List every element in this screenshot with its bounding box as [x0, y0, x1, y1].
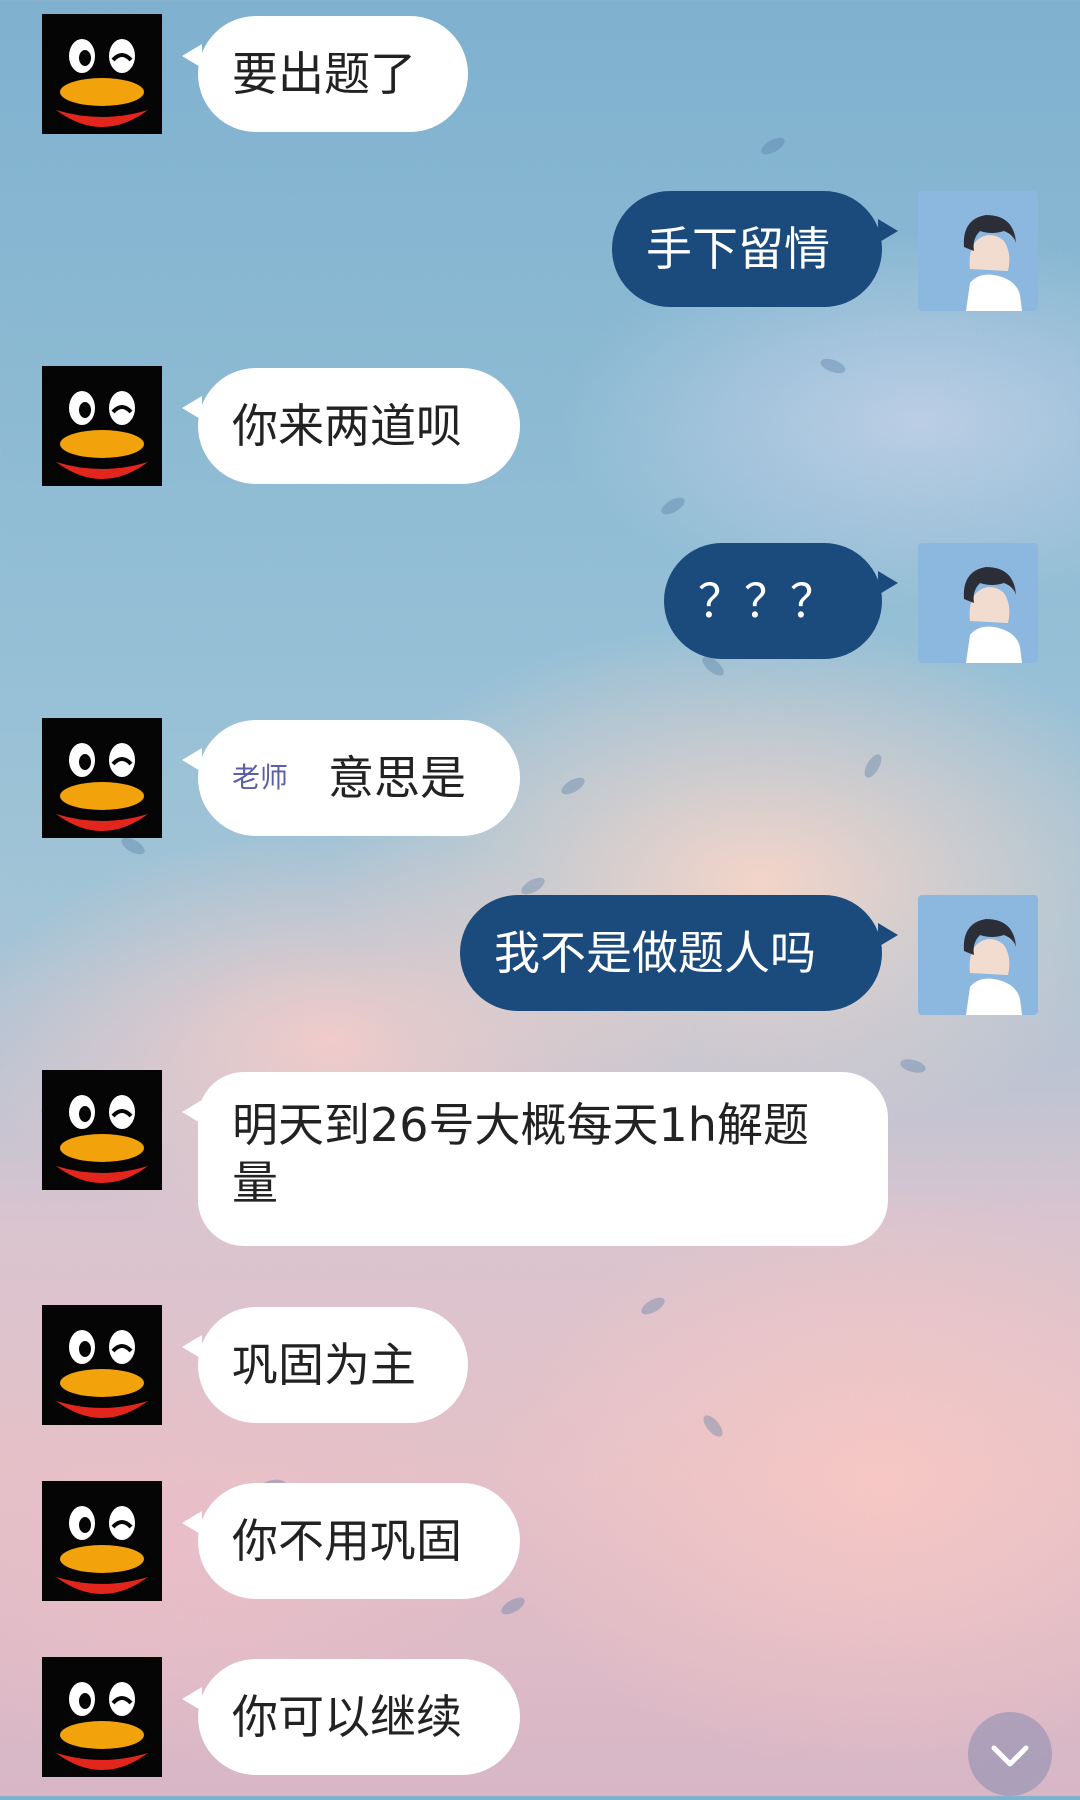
message-bubble[interactable]: 我不是做题人吗 — [460, 895, 898, 1011]
message-row: 你来两道呗 — [0, 366, 1080, 486]
qq-penguin-icon[interactable] — [42, 1481, 162, 1601]
message-row: 明天到26号大概每天1h解题量 — [0, 1070, 1080, 1246]
message-row: 要出题了 — [0, 14, 1080, 134]
message-bubble[interactable]: 明天到26号大概每天1h解题量 — [182, 1072, 888, 1246]
bubble-tail — [182, 748, 202, 772]
qq-penguin-icon[interactable] — [42, 1070, 162, 1190]
message-row: 老师 意思是 — [0, 718, 1080, 838]
message-text: 明天到26号大概每天1h解题量 — [232, 1098, 809, 1210]
message-text: 手下留情 — [646, 222, 830, 276]
bubble-tail — [182, 1511, 202, 1535]
message-bubble[interactable]: 老师 意思是 — [182, 720, 520, 836]
message-text: 巩固为主 — [232, 1338, 416, 1392]
message-text: 你来两道呗 — [232, 399, 462, 453]
message-bubble[interactable]: 你来两道呗 — [182, 368, 520, 484]
message-bubble[interactable]: 要出题了 — [182, 16, 468, 132]
qq-penguin-icon[interactable] — [42, 718, 162, 838]
bubble-tail — [182, 1100, 202, 1124]
member-title-badge: 老师 — [232, 761, 289, 794]
message-text: 要出题了 — [232, 47, 416, 101]
user-photo-avatar[interactable] — [918, 543, 1038, 663]
message-row: 手下留情 — [0, 191, 1080, 311]
message-text: 我不是做题人吗 — [494, 926, 816, 980]
qq-penguin-icon[interactable] — [42, 1305, 162, 1425]
message-row: 你不用巩固 — [0, 1481, 1080, 1601]
message-text: ？？？ — [698, 574, 836, 628]
user-photo-avatar[interactable] — [918, 191, 1038, 311]
message-row: 你可以继续 — [0, 1657, 1080, 1777]
scroll-to-bottom-button[interactable] — [968, 1712, 1052, 1796]
bubble-tail — [878, 219, 898, 243]
message-row: ？？？ — [0, 543, 1080, 663]
message-text: 你不用巩固 — [232, 1514, 462, 1568]
message-text: 你可以继续 — [232, 1690, 462, 1744]
user-photo-avatar[interactable] — [918, 895, 1038, 1015]
bubble-tail — [182, 1335, 202, 1359]
chevron-down-icon — [991, 1745, 1029, 1767]
qq-penguin-icon[interactable] — [42, 366, 162, 486]
message-bubble[interactable]: 巩固为主 — [182, 1307, 468, 1423]
bubble-tail — [878, 923, 898, 947]
bubble-tail — [182, 44, 202, 68]
bubble-tail — [878, 571, 898, 595]
message-text: 意思是 — [328, 751, 467, 805]
message-bubble[interactable]: 你可以继续 — [182, 1659, 520, 1775]
message-row: 我不是做题人吗 — [0, 895, 1080, 1015]
bubble-tail — [182, 396, 202, 420]
bubble-tail — [182, 1687, 202, 1711]
message-bubble[interactable]: 手下留情 — [612, 191, 898, 307]
qq-penguin-icon[interactable] — [42, 1657, 162, 1777]
message-row: 巩固为主 — [0, 1305, 1080, 1425]
qq-penguin-icon[interactable] — [42, 14, 162, 134]
message-bubble[interactable]: 你不用巩固 — [182, 1483, 520, 1599]
message-bubble[interactable]: ？？？ — [664, 543, 898, 659]
